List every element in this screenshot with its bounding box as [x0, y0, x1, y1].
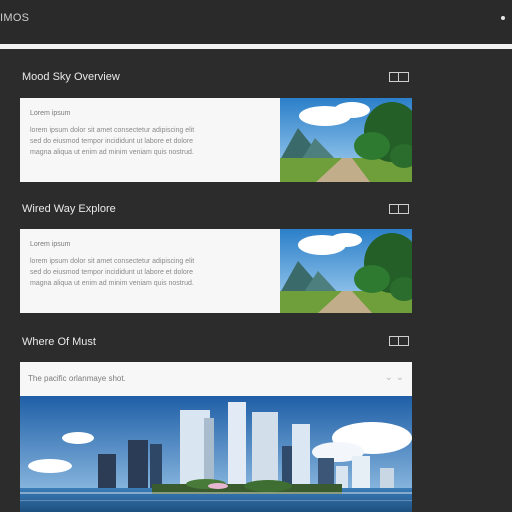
card-line: magna aliqua ut enim ad minim veniam qui…: [30, 280, 194, 287]
card-heading-2: Lorem ipsum: [30, 241, 71, 248]
menu-dot-icon[interactable]: [501, 16, 505, 20]
card-line: sed do eiusmod tempor incididunt ut labo…: [30, 138, 194, 145]
article-card-1[interactable]: Lorem ipsum lorem ipsum dolor sit amet c…: [20, 98, 412, 182]
chevron-down-icon[interactable]: ⌄ ⌄: [384, 372, 404, 383]
landscape-thumbnail-2: [280, 229, 412, 313]
card-line: lorem ipsum dolor sit amet consectetur a…: [30, 258, 195, 265]
landscape-thumbnail-1: [280, 98, 412, 182]
section-toggle-icon-2[interactable]: [389, 204, 409, 214]
section-toggle-icon-3[interactable]: [389, 336, 409, 346]
feature-card[interactable]: The pacific orlanmaye shot. ⌄ ⌄: [20, 362, 412, 512]
header-divider: [0, 44, 512, 49]
card-line: lorem ipsum dolor sit amet consectetur a…: [30, 127, 195, 134]
section-title-3: Where Of Must: [22, 336, 96, 348]
article-card-2[interactable]: Lorem ipsum lorem ipsum dolor sit amet c…: [20, 229, 412, 313]
section-toggle-icon-1[interactable]: [389, 72, 409, 82]
card-line: magna aliqua ut enim ad minim veniam qui…: [30, 149, 194, 156]
feature-card-header: The pacific orlanmaye shot. ⌄ ⌄: [20, 362, 412, 396]
section-title-2: Wired Way Explore: [22, 203, 116, 215]
card-text-2: Lorem ipsum lorem ipsum dolor sit amet c…: [20, 229, 280, 313]
top-bar: IMOS: [0, 0, 512, 44]
card-line: sed do eiusmod tempor incididunt ut labo…: [30, 269, 194, 276]
card-heading-1: Lorem ipsum: [30, 110, 71, 117]
card-text-1: Lorem ipsum lorem ipsum dolor sit amet c…: [20, 98, 280, 182]
app-title: IMOS: [0, 12, 30, 24]
feature-caption: The pacific orlanmaye shot.: [28, 374, 126, 383]
city-skyline-image: [20, 396, 412, 512]
section-title-1: Mood Sky Overview: [22, 71, 120, 83]
